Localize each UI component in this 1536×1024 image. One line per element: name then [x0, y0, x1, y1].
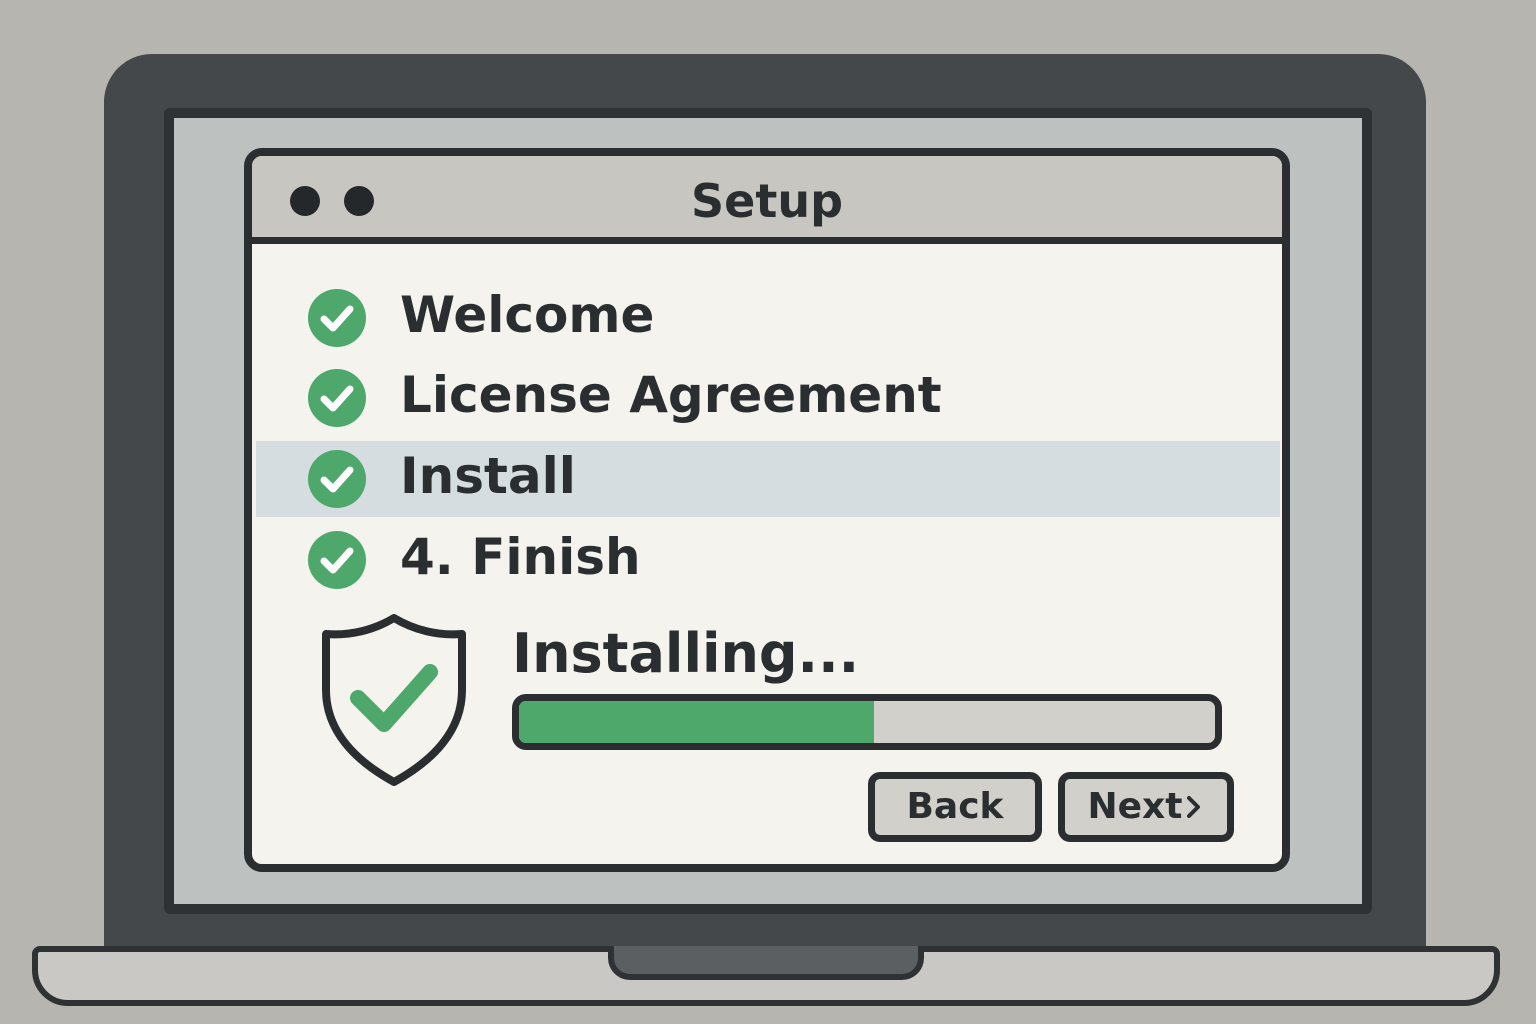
progress-fill	[519, 701, 874, 743]
chevron-right-icon	[1182, 786, 1204, 827]
step-label: Install	[400, 447, 576, 505]
step-label: Welcome	[400, 286, 655, 344]
step-finish: 4. Finish	[256, 522, 1280, 598]
shield-check-icon	[314, 610, 474, 794]
next-button-label: Next	[1087, 786, 1183, 827]
window-title: Setup	[691, 174, 843, 228]
title-bar: Setup	[252, 156, 1282, 244]
check-circle-icon	[308, 289, 366, 347]
step-install: Install	[256, 441, 1280, 517]
install-progress-bar	[512, 694, 1222, 750]
check-circle-icon	[308, 531, 366, 589]
back-button[interactable]: Back	[868, 772, 1042, 842]
next-button[interactable]: Next	[1058, 772, 1234, 842]
install-status-text: Installing...	[512, 622, 860, 685]
step-license-agreement: License Agreement	[256, 360, 1280, 436]
back-button-label: Back	[906, 786, 1004, 827]
laptop-notch	[608, 946, 924, 980]
step-label: 4. Finish	[400, 528, 641, 586]
step-label: License Agreement	[400, 366, 942, 424]
laptop-scene: Setup Welcome License Agreement Install	[0, 0, 1536, 1024]
check-circle-icon	[308, 450, 366, 508]
check-circle-icon	[308, 369, 366, 427]
setup-window: Setup Welcome License Agreement Install	[244, 148, 1290, 872]
step-welcome: Welcome	[256, 280, 1280, 356]
